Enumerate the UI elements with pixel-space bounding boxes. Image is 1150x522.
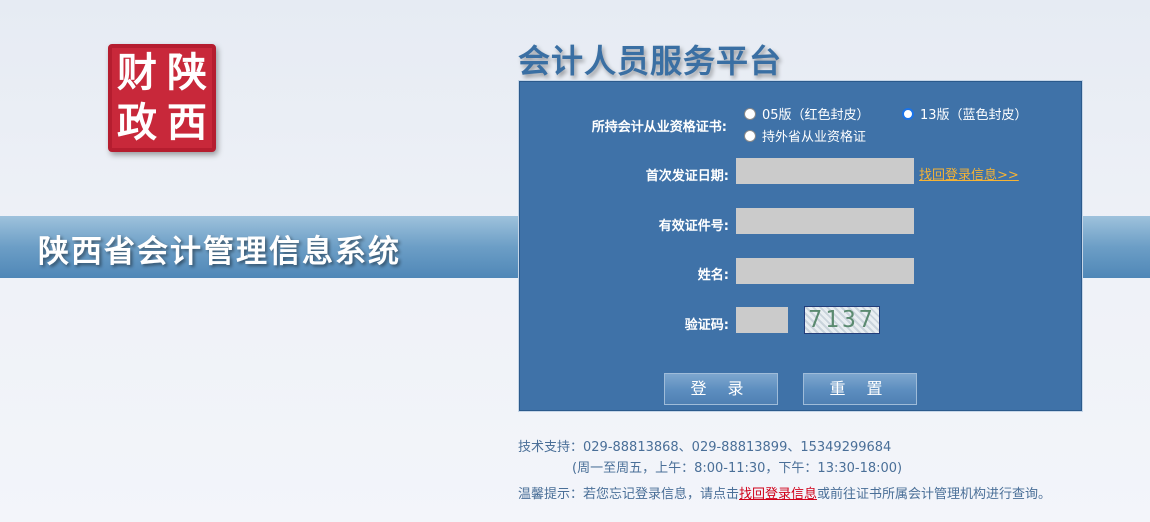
support-hours: (周一至周五，上午：8:00-11:30，下午：13:30-18:00) xyxy=(572,461,903,476)
tip-suffix: 或前往证书所属会计管理机构进行查询。 xyxy=(817,487,1052,502)
issue-date-input[interactable] xyxy=(736,158,914,184)
login-button[interactable]: 登 录 xyxy=(664,373,778,405)
find-login-info-link[interactable]: 找回登录信息>> xyxy=(919,164,1019,183)
captcha-label: 验证码: xyxy=(684,318,729,333)
cert-option-05[interactable]: 05版（红色封皮） xyxy=(744,104,870,123)
cert-label: 所持会计从业资格证书: xyxy=(591,120,727,135)
cert-option-label: 13版（蓝色封皮） xyxy=(920,108,1028,123)
tip-find-login-link[interactable]: 找回登录信息 xyxy=(739,487,817,502)
seal-logo: 财 陕 政 西 xyxy=(108,44,216,152)
id-number-input[interactable] xyxy=(736,208,914,234)
radio-05[interactable] xyxy=(744,107,756,120)
cert-option-other-province[interactable]: 持外省从业资格证 xyxy=(744,126,866,145)
captcha-image[interactable]: 7137 xyxy=(804,306,880,334)
system-title: 陕西省会计管理信息系统 xyxy=(38,234,401,270)
radio-13[interactable] xyxy=(902,107,914,120)
name-input[interactable] xyxy=(736,258,914,284)
cert-option-label: 持外省从业资格证 xyxy=(762,130,867,145)
id-number-label: 有效证件号: xyxy=(658,219,729,234)
tip-prefix: 温馨提示：若您忘记登录信息，请点击 xyxy=(518,487,740,502)
support-phone: 技术支持：029-88813868、029-88813899、153492996… xyxy=(518,440,892,455)
radio-other[interactable] xyxy=(744,129,756,142)
seal-char: 陕 xyxy=(167,49,207,96)
seal-char: 西 xyxy=(167,99,207,146)
name-label: 姓名: xyxy=(697,268,729,283)
platform-title: 会计人员服务平台 xyxy=(518,42,783,80)
captcha-input[interactable] xyxy=(736,307,788,333)
tip-text: 温馨提示：若您忘记登录信息，请点击找回登录信息或前往证书所属会计管理机构进行查询… xyxy=(518,483,1051,502)
cert-option-13[interactable]: 13版（蓝色封皮） xyxy=(902,104,1028,123)
reset-button[interactable]: 重 置 xyxy=(803,373,917,405)
seal-char: 政 xyxy=(117,99,157,146)
login-panel: 所持会计从业资格证书: 05版（红色封皮） 13版（蓝色封皮） 持外省从业资格证… xyxy=(518,80,1083,412)
cert-option-label: 05版（红色封皮） xyxy=(762,108,870,123)
seal-char: 财 xyxy=(117,49,157,96)
issue-date-label: 首次发证日期: xyxy=(645,169,729,184)
